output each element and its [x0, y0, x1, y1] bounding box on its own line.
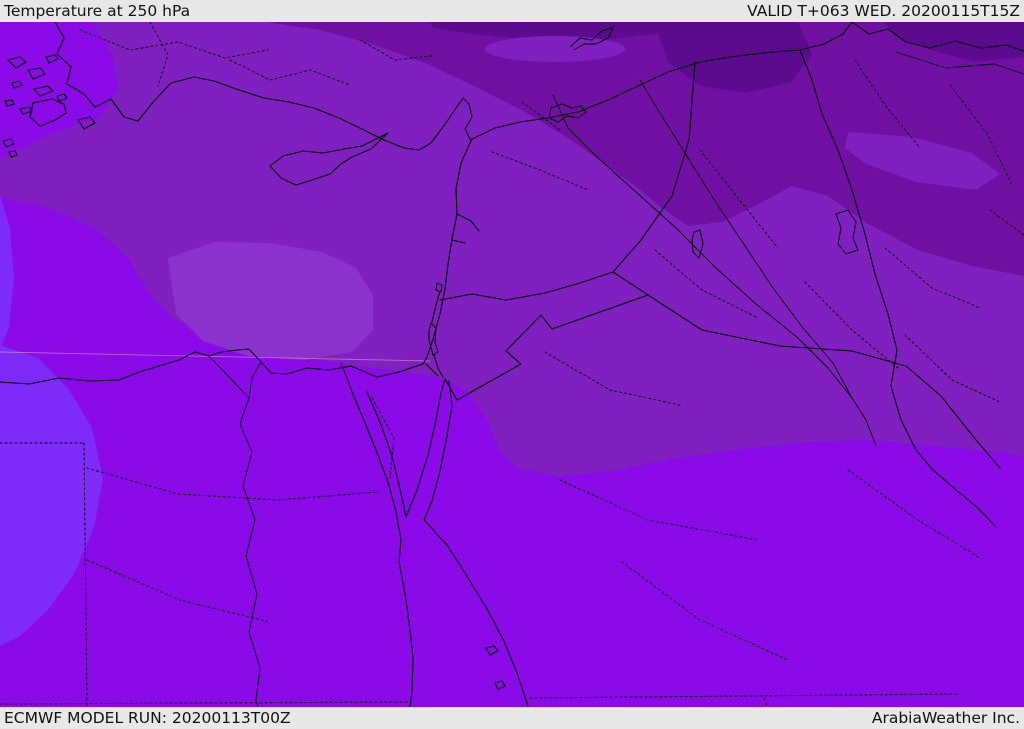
- page-title: Temperature at 250 hPa: [4, 2, 191, 20]
- footer-bar: ECMWF MODEL RUN: 20200113T00Z ArabiaWeat…: [0, 707, 1024, 729]
- validity-timestamp: VALID T+063 WED. 20200115T15Z: [747, 2, 1020, 20]
- weather-map-window: Temperature at 250 hPa VALID T+063 WED. …: [0, 0, 1024, 729]
- credit-label: ArabiaWeather Inc.: [871, 709, 1020, 727]
- model-run-label: ECMWF MODEL RUN: 20200113T00Z: [4, 709, 291, 727]
- temperature-map-canvas: [0, 21, 1024, 708]
- temperature-shading: [0, 22, 1024, 707]
- header-bar: Temperature at 250 hPa VALID T+063 WED. …: [0, 0, 1024, 22]
